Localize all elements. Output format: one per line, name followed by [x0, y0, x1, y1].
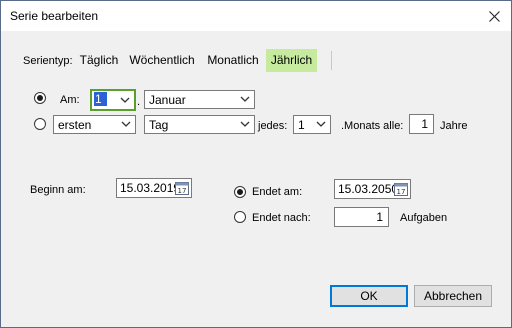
weekday-select[interactable]: Tag — [144, 115, 255, 134]
title-bar: Serie bearbeiten — [1, 1, 511, 31]
day-dot: . — [137, 96, 141, 108]
tab-taeglich[interactable]: Täglich — [75, 49, 123, 72]
calendar-icon[interactable]: 17 — [175, 181, 189, 195]
end-date-value: 15.03.2050 — [338, 182, 399, 196]
start-label: Beginn am: — [30, 184, 86, 196]
ordinal-select[interactable]: ersten — [53, 115, 136, 134]
end-after-input[interactable]: 1 — [334, 207, 389, 227]
day-select[interactable]: 1 — [90, 89, 136, 111]
tab-label: Täglich — [79, 53, 119, 67]
cancel-button[interactable]: Abbrechen — [414, 285, 492, 307]
ordinal-select-value: ersten — [58, 118, 92, 132]
tab-label: Jährlich — [270, 53, 313, 67]
series-type-label: Serientyp: — [23, 55, 73, 67]
weekday-select-value: Tag — [149, 118, 169, 132]
svg-text:17: 17 — [178, 187, 187, 195]
am-label: Am: — [60, 94, 80, 106]
start-date-input[interactable]: 15.03.2019 17 — [116, 178, 192, 198]
radio-end-date[interactable] — [234, 186, 246, 198]
window-title: Serie bearbeiten — [10, 9, 99, 23]
end-date-label: Endet am: — [252, 186, 303, 198]
tab-monatlich[interactable]: Monatlich — [201, 49, 265, 72]
years-input-value: 1 — [421, 117, 428, 131]
month-select-value: Januar — [149, 93, 186, 107]
month-number-select-value: 1 — [298, 118, 305, 132]
tab-woechentlich[interactable]: Wöchentlich — [124, 49, 200, 72]
tab-jaehrlich[interactable]: Jährlich — [266, 49, 317, 72]
radio-end-after[interactable] — [234, 211, 246, 223]
close-button[interactable] — [477, 1, 511, 31]
start-date-value: 15.03.2019 — [120, 181, 181, 195]
svg-text:17: 17 — [397, 188, 406, 196]
monats-alle-label: .Monats alle: — [341, 120, 404, 132]
years-label: Jahre — [440, 120, 468, 132]
tab-label: Monatlich — [207, 53, 259, 67]
close-icon — [488, 10, 500, 22]
jedes-label: jedes: — [258, 120, 288, 132]
chevron-down-icon — [121, 121, 131, 127]
tab-label: Wöchentlich — [129, 53, 195, 67]
calendar-icon[interactable]: 17 — [394, 182, 408, 196]
chevron-down-icon — [240, 96, 250, 102]
ok-button[interactable]: OK — [330, 285, 408, 307]
end-after-label: Endet nach: — [252, 212, 311, 224]
radio-relative[interactable] — [34, 118, 46, 130]
radio-am[interactable] — [34, 92, 46, 104]
tab-divider — [331, 51, 332, 70]
month-number-select[interactable]: 1 — [293, 115, 331, 134]
chevron-down-icon — [120, 97, 130, 103]
dialog-body: Serientyp: Täglich Wöchentlich Monatlich… — [1, 31, 511, 327]
month-select[interactable]: Januar — [144, 90, 255, 109]
chevron-down-icon — [240, 121, 250, 127]
chevron-down-icon — [316, 121, 326, 127]
end-after-unit: Aufgaben — [400, 212, 448, 224]
day-select-value: 1 — [94, 92, 107, 106]
dialog-window: Serie bearbeiten Serientyp: Täglich Wöch… — [0, 0, 512, 328]
years-input[interactable]: 1 — [409, 114, 434, 134]
end-after-value: 1 — [376, 210, 383, 224]
end-date-input[interactable]: 15.03.2050 17 — [334, 179, 411, 199]
